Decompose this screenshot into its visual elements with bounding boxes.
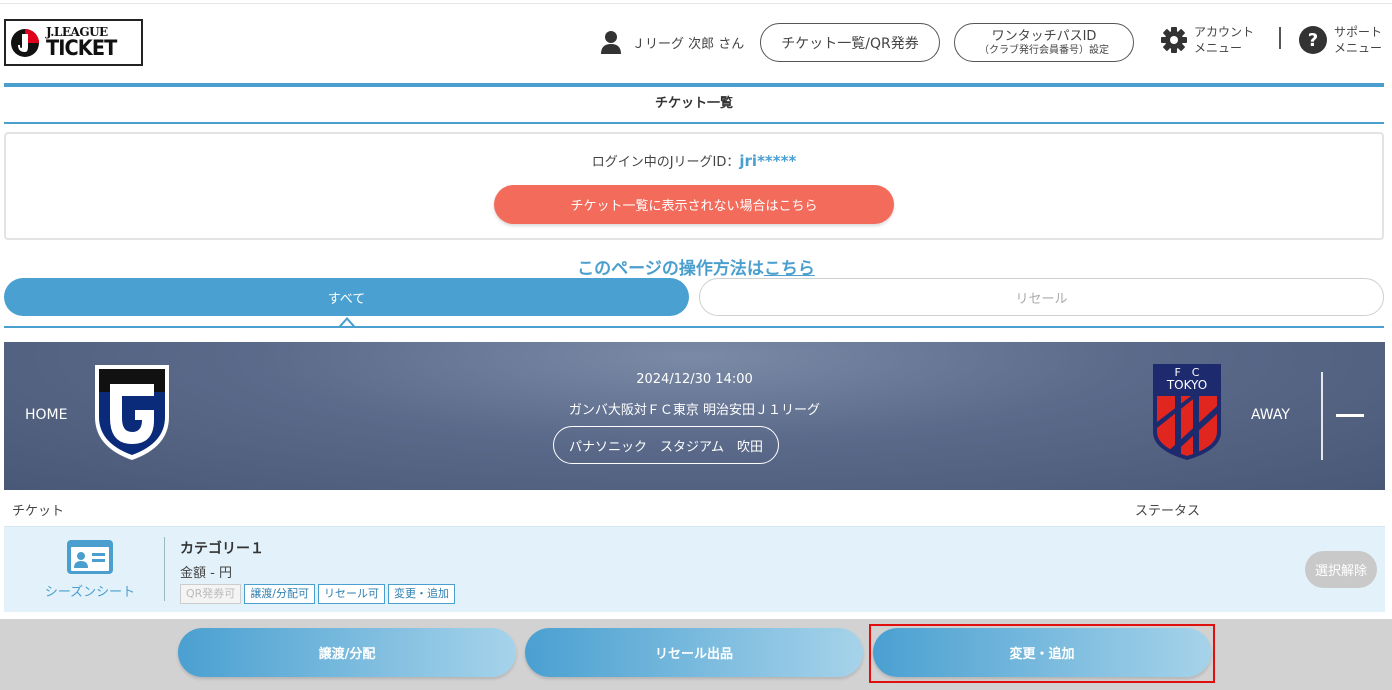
user-icon — [601, 31, 621, 54]
fc-tokyo-emblem-icon: F C TOKYO — [1151, 362, 1223, 466]
highlight-box — [869, 624, 1215, 683]
tag-resale: リセール可 — [318, 584, 386, 604]
ticket-row-divider — [164, 537, 165, 601]
tag-change: 変更・追加 — [388, 584, 456, 604]
user-info: Ｊリーグ 次郎 さん — [600, 30, 744, 54]
venue-label: パナソニック スタジアム 吹田 — [568, 439, 764, 455]
top-divider — [0, 3, 1392, 4]
help-icon: ? — [1299, 26, 1327, 54]
resale-listing-label: リセール出品 — [654, 647, 733, 662]
ticket-tags: QR発券可 譲渡/分配可 リセール可 変更・追加 — [180, 584, 456, 604]
tab-all[interactable]: すべて — [4, 278, 689, 316]
title-underline — [4, 122, 1384, 124]
ticket-list-qr-label: チケット一覧/QR発券 — [781, 35, 919, 52]
collapse-icon[interactable] — [1336, 414, 1364, 417]
svg-text:?: ? — [1308, 30, 1318, 51]
ticket-category: カテゴリー１ — [180, 541, 264, 557]
support-menu-line1: サポート — [1334, 25, 1383, 39]
id-card-icon — [67, 540, 113, 574]
away-label: AWAY — [1251, 407, 1290, 423]
ticket-row[interactable]: シーズンシート カテゴリー１ 金額 - 円 QR発券可 譲渡/分配可 リセール可… — [4, 526, 1385, 612]
jleague-ticket-logo[interactable]: J.LEAGUE TICKET — [4, 19, 143, 66]
venue-badge[interactable]: パナソニック スタジアム 吹田 — [553, 426, 779, 464]
howto-link[interactable]: こちら — [764, 259, 815, 279]
deselect-button[interactable]: 選択解除 — [1305, 551, 1377, 588]
tickets-not-shown-button[interactable]: チケット一覧に表示されない場合はこちら — [494, 185, 894, 224]
ticket-price: 金額 - 円 — [180, 566, 232, 581]
match-card: HOME 2024/12/30 14:00 ガンバ大阪対ＦＣ東京 明治安田Ｊ１リ… — [4, 342, 1385, 490]
gear-icon — [1161, 27, 1187, 53]
page: J.LEAGUE TICKET Ｊリーグ 次郎 さん チケット一覧/QR発券 ワ… — [0, 0, 1392, 690]
user-name: Ｊリーグ 次郎 さん — [632, 36, 745, 52]
login-id-line: ログイン中のJリーグID：jri***** — [6, 151, 1382, 170]
column-header-ticket: チケット — [12, 504, 65, 519]
tab-resale-label: リセール — [1015, 291, 1068, 307]
season-seat-label: シーズンシート — [44, 585, 136, 600]
transfer-label: 譲渡/分配 — [318, 647, 376, 662]
header-divider — [1279, 27, 1281, 49]
onetouch-label: ワンタッチパスID — [991, 28, 1097, 44]
tab-resale[interactable]: リセール — [699, 278, 1384, 316]
account-menu-button[interactable]: アカウント メニュー — [1160, 24, 1254, 56]
tab-underline — [4, 326, 1384, 328]
column-header-status: ステータス — [1135, 504, 1201, 519]
support-menu-line2: メニュー — [1334, 41, 1383, 55]
login-info-box: ログイン中のJリーグID：jri***** チケット一覧に表示されない場合はこち… — [4, 132, 1384, 240]
tag-transfer: 譲渡/分配可 — [244, 584, 316, 604]
howto-text: このページの操作方法は — [577, 259, 764, 279]
login-id-label: ログイン中のJリーグID： — [591, 155, 740, 170]
tag-qr-issue: QR発券可 — [180, 584, 242, 604]
season-seat-badge: シーズンシート — [40, 539, 140, 600]
page-title: チケット一覧 — [654, 96, 733, 111]
ticket-list-qr-button[interactable]: チケット一覧/QR発券 — [760, 23, 940, 62]
resale-listing-button[interactable]: リセール出品 — [525, 628, 863, 677]
support-menu-button[interactable]: ? サポート メニュー — [1298, 24, 1382, 56]
tab-all-label: すべて — [327, 291, 366, 307]
howto-line: このページの操作方法はこちら — [0, 254, 1392, 279]
away-logo-tokyo: TOKYO — [1166, 378, 1207, 392]
account-menu-line2: メニュー — [1194, 41, 1243, 55]
onetouch-sublabel: （クラブ発行会員番号）設定 — [979, 44, 1109, 56]
deselect-label: 選択解除 — [1314, 564, 1367, 579]
transfer-button[interactable]: 譲渡/分配 — [178, 628, 516, 677]
logo-line2: TICKET — [46, 36, 117, 60]
match-card-divider — [1321, 372, 1323, 460]
jleague-logo-mark-icon — [10, 27, 40, 59]
tickets-not-shown-label: チケット一覧に表示されない場合はこちら — [570, 199, 818, 214]
header-accent-bar — [4, 83, 1384, 87]
account-menu-line1: アカウント — [1194, 25, 1255, 39]
login-id-value: jri***** — [739, 152, 797, 170]
onetouch-pass-id-button[interactable]: ワンタッチパスID （クラブ発行会員番号）設定 — [954, 23, 1134, 62]
